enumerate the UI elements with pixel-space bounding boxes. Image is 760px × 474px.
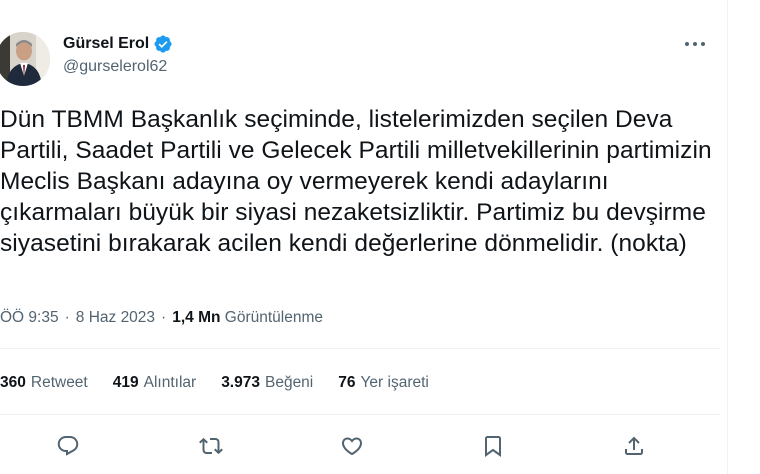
tweet-meta: ÖÖ 9:35 · 8 Haz 2023 · 1,4 Mn Görüntülenme	[0, 308, 323, 328]
bookmark-button[interactable]	[475, 428, 511, 464]
tweet-stats: 360 Retweet 419 Alıntılar 3.973 Beğeni 7…	[0, 373, 454, 393]
tweet-actions	[0, 428, 720, 464]
like-button[interactable]	[334, 428, 370, 464]
author-name-row[interactable]: Gürsel Erol	[63, 34, 173, 54]
avatar-photo	[0, 32, 50, 86]
share-icon	[625, 436, 643, 455]
author-info: Gürsel Erol @gurselerol62	[63, 34, 173, 77]
like-icon	[341, 437, 363, 456]
stat-label: Yer işareti	[360, 374, 429, 391]
divider	[0, 414, 720, 415]
author-display-name[interactable]: Gürsel Erol	[63, 34, 149, 54]
stat-likes[interactable]: 3.973 Beğeni	[221, 373, 313, 393]
column-border	[727, 0, 728, 474]
meta-separator: ·	[64, 309, 70, 326]
stat-count: 360	[0, 374, 26, 391]
views-label: Görüntülenme	[224, 309, 323, 326]
reply-icon	[57, 436, 79, 456]
bookmark-icon	[485, 436, 501, 457]
more-options-button[interactable]	[678, 34, 712, 54]
tweet-time[interactable]: ÖÖ 9:35	[0, 309, 59, 326]
views-count: 1,4 Mn	[172, 309, 221, 326]
stat-retweets[interactable]: 360 Retweet	[0, 373, 88, 393]
stat-label: Alıntılar	[143, 374, 197, 391]
tweet-header: Gürsel Erol @gurselerol62	[0, 30, 720, 86]
retweet-icon	[199, 437, 223, 455]
stat-count: 419	[112, 374, 139, 391]
share-button[interactable]	[616, 428, 652, 464]
tweet-text: Dün TBMM Başkanlık seçiminde, listelerim…	[0, 106, 712, 257]
avatar[interactable]	[0, 32, 50, 86]
more-dots-icon	[685, 42, 705, 46]
verified-badge-icon[interactable]	[153, 34, 173, 54]
tweet-detail: Gürsel Erol @gurselerol62 Dün TBMM Başka…	[0, 0, 760, 474]
divider	[0, 348, 720, 349]
stat-label: Retweet	[30, 374, 88, 391]
stat-bookmarks[interactable]: 76 Yer işareti	[338, 373, 429, 393]
author-handle[interactable]: @gurselerol62	[63, 57, 173, 77]
stat-quotes[interactable]: 419 Alıntılar	[113, 373, 196, 393]
reply-button[interactable]	[50, 428, 86, 464]
stat-label: Beğeni	[264, 374, 314, 391]
meta-separator: ·	[161, 309, 167, 326]
tweet-date[interactable]: 8 Haz 2023	[76, 309, 155, 326]
stat-count: 3.973	[221, 374, 260, 391]
stat-count: 76	[338, 374, 356, 391]
retweet-button[interactable]	[193, 428, 229, 464]
